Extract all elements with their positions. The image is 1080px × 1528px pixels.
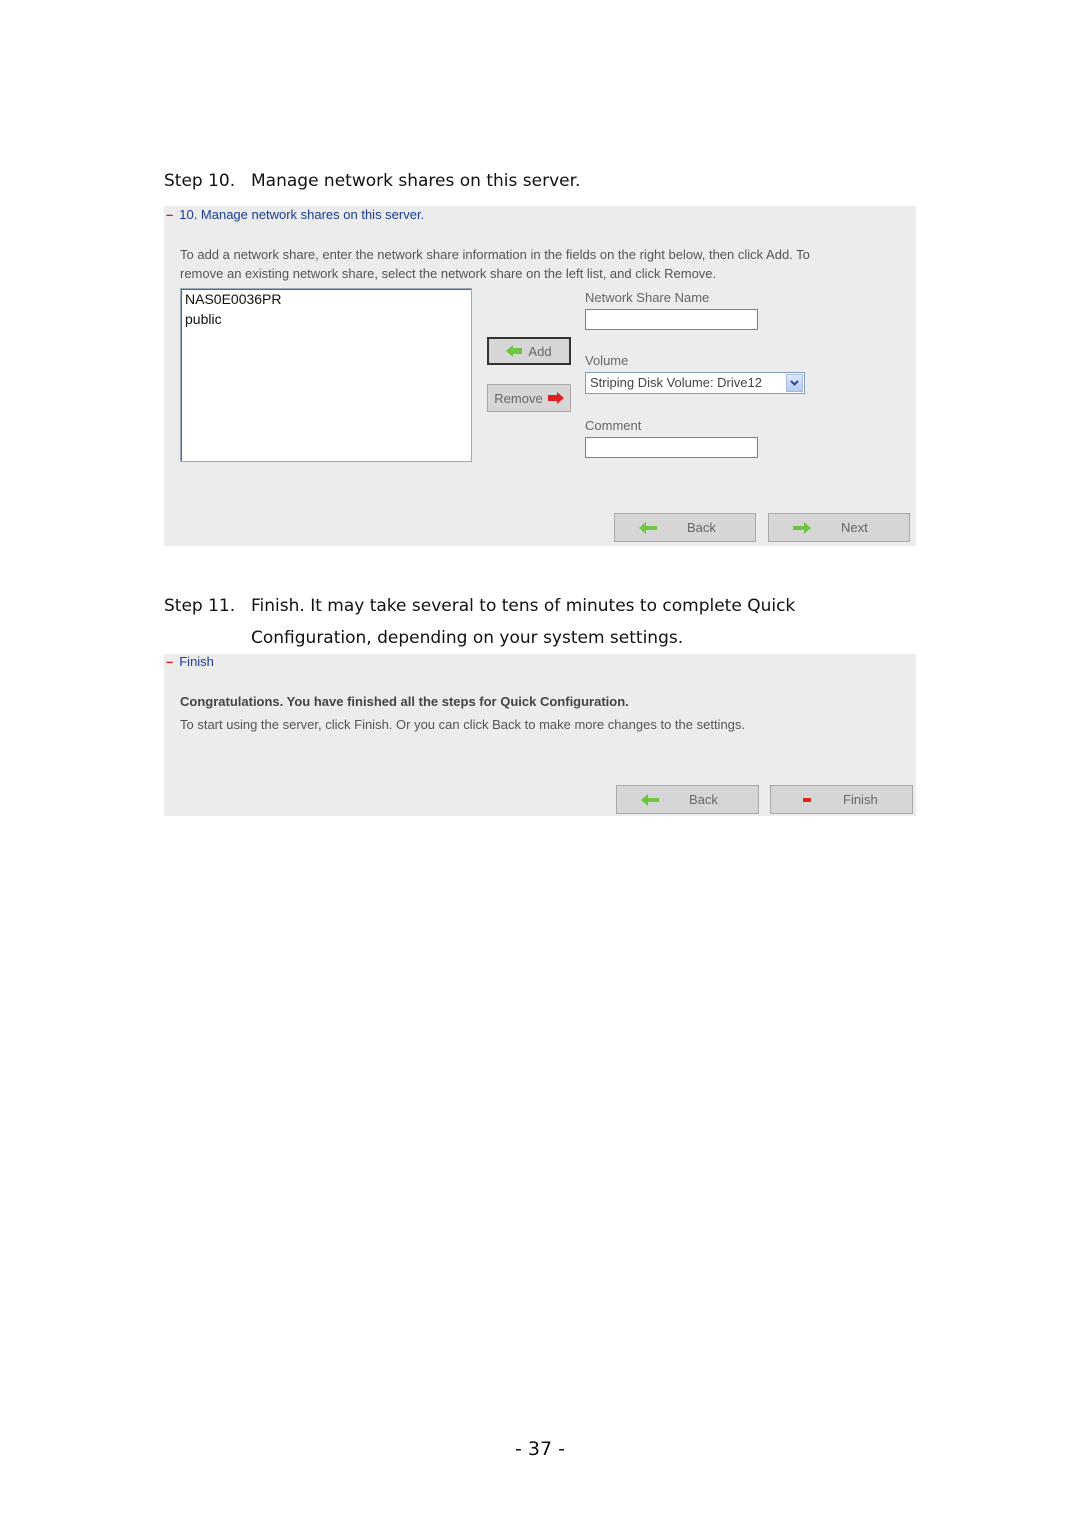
add-label: Add <box>528 343 552 359</box>
share-list-item[interactable]: public <box>181 309 471 329</box>
step-11-heading-cont: Configuration, depending on your system … <box>251 628 684 648</box>
description-line-1: To add a network share, enter the networ… <box>180 247 810 262</box>
comment-input[interactable] <box>585 437 758 458</box>
minus-icon <box>803 797 811 802</box>
step-number: Step 10. <box>164 171 236 191</box>
back-button[interactable]: Back <box>614 513 756 542</box>
volume-selected-value: Striping Disk Volume: Drive12 <box>590 375 762 390</box>
collapse-icon[interactable]: – <box>166 654 173 669</box>
next-label: Next <box>841 520 868 535</box>
arrow-right-icon <box>547 392 564 404</box>
remove-button[interactable]: Remove <box>487 384 571 412</box>
arrow-right-icon <box>793 521 811 534</box>
step-10-heading: Step 10. Manage network shares on this se… <box>164 170 580 192</box>
step-title: Manage network shares on this server. <box>251 171 581 191</box>
finish-panel: – Finish Congratulations. You have finish… <box>164 654 916 816</box>
volume-select[interactable]: Striping Disk Volume: Drive12 <box>585 372 805 394</box>
network-share-name-input[interactable] <box>585 309 758 330</box>
volume-label: Volume <box>585 353 629 368</box>
back-button[interactable]: Back <box>616 785 759 814</box>
back-label: Back <box>689 792 718 807</box>
comment-label: Comment <box>585 418 642 433</box>
finish-button[interactable]: Finish <box>770 785 913 814</box>
finish-label: Finish <box>843 792 878 807</box>
arrow-left-icon <box>641 793 659 806</box>
description-line-2: remove an existing network share, select… <box>180 266 717 281</box>
add-button[interactable]: Add <box>487 337 571 365</box>
panel-title-text: Finish <box>179 654 214 669</box>
panel-title[interactable]: – Finish <box>166 654 214 669</box>
share-list[interactable]: NAS0E0036PR public <box>180 288 472 462</box>
collapse-icon[interactable]: – <box>166 207 173 222</box>
arrow-left-icon <box>506 345 523 357</box>
network-share-name-label: Network Share Name <box>585 290 710 305</box>
share-list-item[interactable]: NAS0E0036PR <box>181 289 471 309</box>
step-number: Step 11. <box>164 596 236 616</box>
panel-title-text: 10. Manage network shares on this server… <box>179 207 425 222</box>
arrow-left-icon <box>639 521 657 534</box>
manage-shares-panel: –10. Manage network shares on this serve… <box>164 206 916 546</box>
step-11-heading: Step 11. Finish. It may take several to t… <box>164 595 795 617</box>
congratulations-text: Congratulations. You have finished all t… <box>180 694 629 709</box>
chevron-down-icon[interactable] <box>786 374 803 392</box>
page-number: - 37 - <box>515 1438 565 1460</box>
instructions-text: To start using the server, click Finish.… <box>180 717 746 732</box>
next-button[interactable]: Next <box>768 513 910 542</box>
remove-label: Remove <box>494 390 543 406</box>
panel-title[interactable]: –10. Manage network shares on this serve… <box>166 207 424 222</box>
back-label: Back <box>687 520 716 535</box>
step-title: Finish. It may take several to tens of m… <box>251 596 796 616</box>
